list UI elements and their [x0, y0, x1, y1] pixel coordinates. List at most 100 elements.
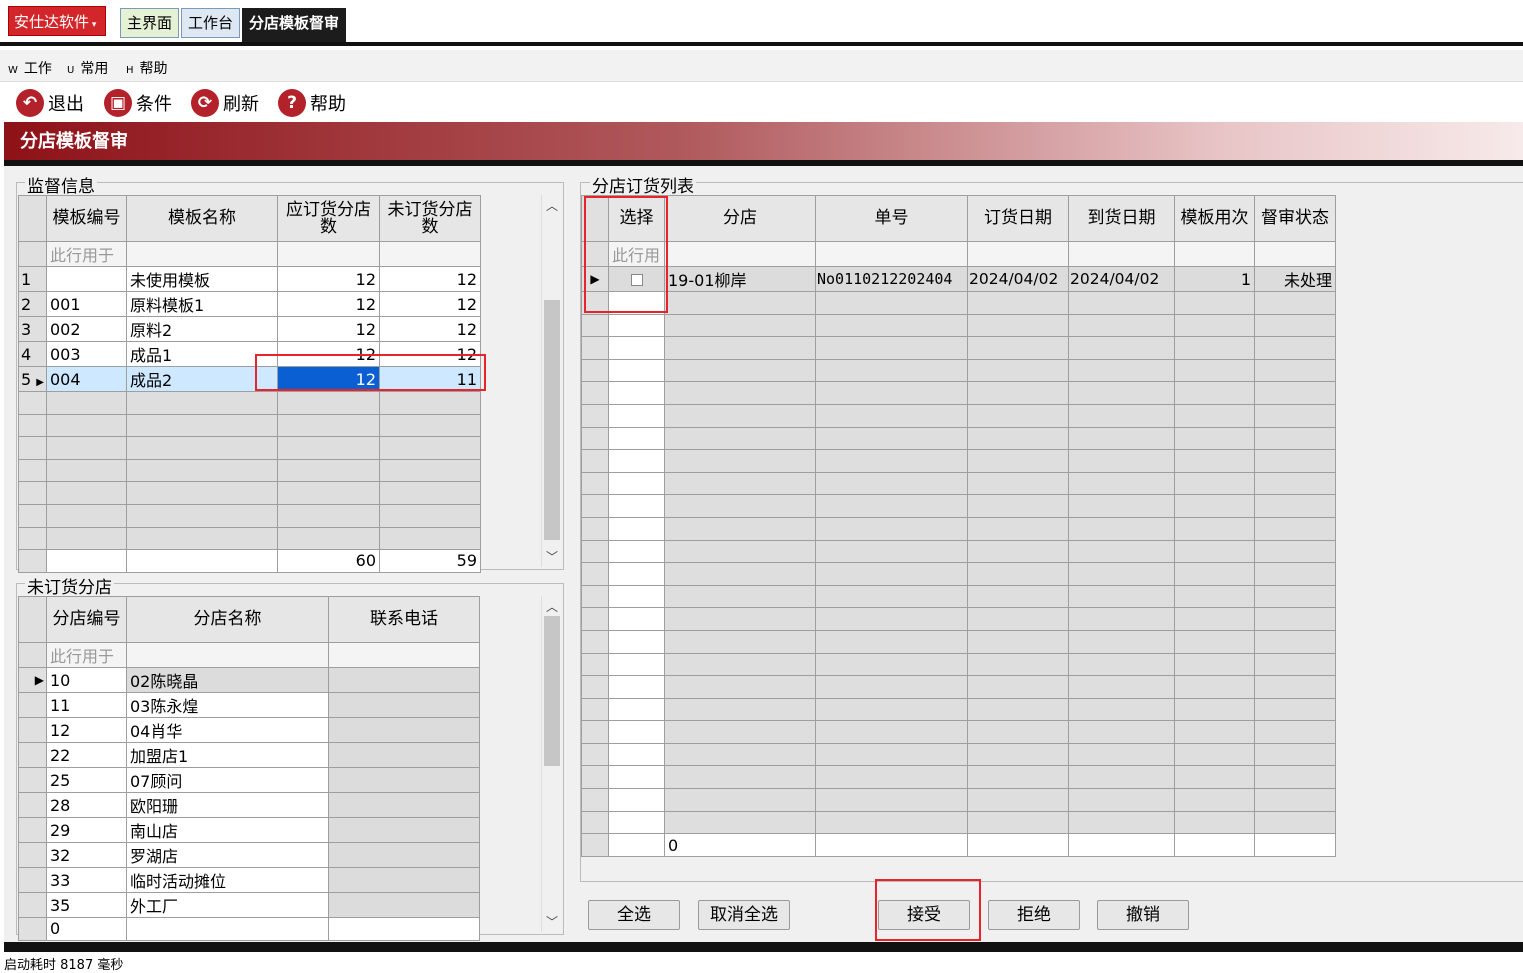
- cell-name[interactable]: 原料2: [126, 316, 278, 342]
- column-header-store-code[interactable]: 分店编号: [46, 596, 127, 643]
- filter-cell[interactable]: [1254, 241, 1336, 267]
- tab-workbench[interactable]: 工作台: [181, 8, 241, 38]
- column-header-arrive-date[interactable]: 到货日期: [1068, 195, 1175, 242]
- cell-code[interactable]: 22: [46, 742, 127, 768]
- filter-cell[interactable]: [1068, 241, 1175, 267]
- cell-store[interactable]: 19-01柳岸: [664, 266, 816, 292]
- cell-name[interactable]: 欧阳珊: [126, 792, 329, 818]
- supervision-scrollbar[interactable]: ︿ ﹀: [541, 195, 562, 567]
- filter-cell[interactable]: 此行用于: [46, 241, 127, 267]
- filter-cell[interactable]: [815, 241, 968, 267]
- column-header-order-no[interactable]: 单号: [815, 195, 968, 242]
- cell-name[interactable]: 02陈晓晶: [126, 667, 329, 693]
- scroll-down-icon[interactable]: ﹀: [546, 913, 558, 930]
- cell-phone[interactable]: [328, 842, 480, 868]
- cell-phone[interactable]: [328, 667, 480, 693]
- cell-code[interactable]: 11: [46, 692, 127, 718]
- cell-name[interactable]: 04肖华: [126, 717, 329, 743]
- filter-cell[interactable]: [126, 241, 278, 267]
- cell-code[interactable]: 004: [46, 366, 127, 392]
- column-header-not-ordered[interactable]: 未订货分店数: [379, 195, 481, 242]
- cell-code[interactable]: 25: [46, 767, 127, 793]
- cell-phone[interactable]: [328, 867, 480, 893]
- cell-phone[interactable]: [328, 817, 480, 843]
- filter-cell[interactable]: [277, 241, 380, 267]
- cell-code[interactable]: 002: [46, 316, 127, 342]
- table-row[interactable]: 33 临时活动摊位: [18, 867, 480, 893]
- filter-cell[interactable]: 此行用于: [46, 642, 127, 668]
- table-row[interactable]: 29 南山店: [18, 817, 480, 843]
- table-row[interactable]: 28 欧阳珊: [18, 792, 480, 818]
- cell-name[interactable]: 加盟店1: [126, 742, 329, 768]
- scroll-up-icon[interactable]: ︿: [546, 197, 558, 214]
- cell-order-date[interactable]: 2024/04/02: [967, 266, 1069, 292]
- cell-code[interactable]: [46, 266, 127, 292]
- cell-status[interactable]: 未处理: [1254, 266, 1336, 292]
- cell-name[interactable]: 03陈永煌: [126, 692, 329, 718]
- cell-name[interactable]: 未使用模板: [126, 266, 278, 292]
- revoke-button[interactable]: 撤销: [1097, 900, 1189, 930]
- column-header-review-status[interactable]: 督审状态: [1254, 195, 1336, 242]
- column-header-template-uses[interactable]: 模板用次: [1174, 195, 1255, 242]
- cell-uses[interactable]: 1: [1174, 266, 1255, 292]
- cell-phone[interactable]: [328, 742, 480, 768]
- select-all-button[interactable]: 全选: [588, 900, 680, 930]
- cell-code[interactable]: 12: [46, 717, 127, 743]
- column-header-phone[interactable]: 联系电话: [328, 596, 480, 643]
- cell-name[interactable]: 南山店: [126, 817, 329, 843]
- cell-should[interactable]: 12: [277, 316, 380, 342]
- exit-button[interactable]: ↶ 退出: [16, 88, 84, 118]
- cell-phone[interactable]: [328, 892, 480, 918]
- cell-not[interactable]: 12: [379, 316, 481, 342]
- cell-code[interactable]: 28: [46, 792, 127, 818]
- table-row[interactable]: 22 加盟店1: [18, 742, 480, 768]
- cell-not[interactable]: 12: [379, 291, 481, 317]
- table-row[interactable]: 25 07顾问: [18, 767, 480, 793]
- scroll-thumb[interactable]: [544, 300, 560, 540]
- scroll-down-icon[interactable]: ﹀: [546, 548, 558, 565]
- cell-phone[interactable]: [328, 717, 480, 743]
- table-row[interactable]: 32 罗湖店: [18, 842, 480, 868]
- filter-cell[interactable]: [379, 241, 481, 267]
- cell-should[interactable]: 12: [277, 291, 380, 317]
- cell-arrive-date[interactable]: 2024/04/02: [1068, 266, 1175, 292]
- table-row[interactable]: ▶ 10 02陈晓晶: [18, 667, 480, 693]
- table-row[interactable]: 12 04肖华: [18, 717, 480, 743]
- unordered-scrollbar[interactable]: ︿ ﹀: [541, 596, 562, 932]
- menu-common[interactable]: U 常用: [67, 58, 108, 78]
- cell-name[interactable]: 外工厂: [126, 892, 329, 918]
- cell-should[interactable]: 12: [277, 266, 380, 292]
- cell-name[interactable]: 07顾问: [126, 767, 329, 793]
- filter-cell[interactable]: [664, 241, 816, 267]
- cell-code[interactable]: 10: [46, 667, 127, 693]
- condition-button[interactable]: ▣ 条件: [104, 88, 172, 118]
- column-header-store-name[interactable]: 分店名称: [126, 596, 329, 643]
- tab-main[interactable]: 主界面: [120, 8, 180, 38]
- table-row[interactable]: 11 03陈永煌: [18, 692, 480, 718]
- column-header-template-code[interactable]: 模板编号: [46, 195, 127, 242]
- column-header-template-name[interactable]: 模板名称: [126, 195, 278, 242]
- cell-phone[interactable]: [328, 792, 480, 818]
- column-header-should-order[interactable]: 应订货分店数: [277, 195, 380, 242]
- cell-name[interactable]: 临时活动摊位: [126, 867, 329, 893]
- cell-code[interactable]: 32: [46, 842, 127, 868]
- cell-name[interactable]: 罗湖店: [126, 842, 329, 868]
- cell-order-no[interactable]: No0110212202404: [815, 266, 968, 292]
- cell-phone[interactable]: [328, 767, 480, 793]
- cell-code[interactable]: 001: [46, 291, 127, 317]
- column-header-store[interactable]: 分店: [664, 195, 816, 242]
- refresh-button[interactable]: ⟳ 刷新: [191, 88, 259, 118]
- table-row[interactable]: ▶ 19-01柳岸 No0110212202404 2024/04/02 2024/04…: [581, 266, 1336, 292]
- filter-cell[interactable]: [1174, 241, 1255, 267]
- scroll-up-icon[interactable]: ︿: [546, 598, 558, 615]
- column-header-order-date[interactable]: 订货日期: [967, 195, 1069, 242]
- table-row[interactable]: 3 002 原料2 12 12: [18, 316, 481, 342]
- filter-cell[interactable]: [967, 241, 1069, 267]
- app-menu-button[interactable]: 安仕达软件 ▾: [8, 6, 106, 36]
- cell-not[interactable]: 12: [379, 266, 481, 292]
- reject-button[interactable]: 拒绝: [988, 900, 1080, 930]
- menu-help[interactable]: H 帮助: [126, 58, 168, 78]
- menu-work[interactable]: W 工作: [8, 58, 52, 78]
- deselect-all-button[interactable]: 取消全选: [698, 900, 790, 930]
- cell-code[interactable]: 29: [46, 817, 127, 843]
